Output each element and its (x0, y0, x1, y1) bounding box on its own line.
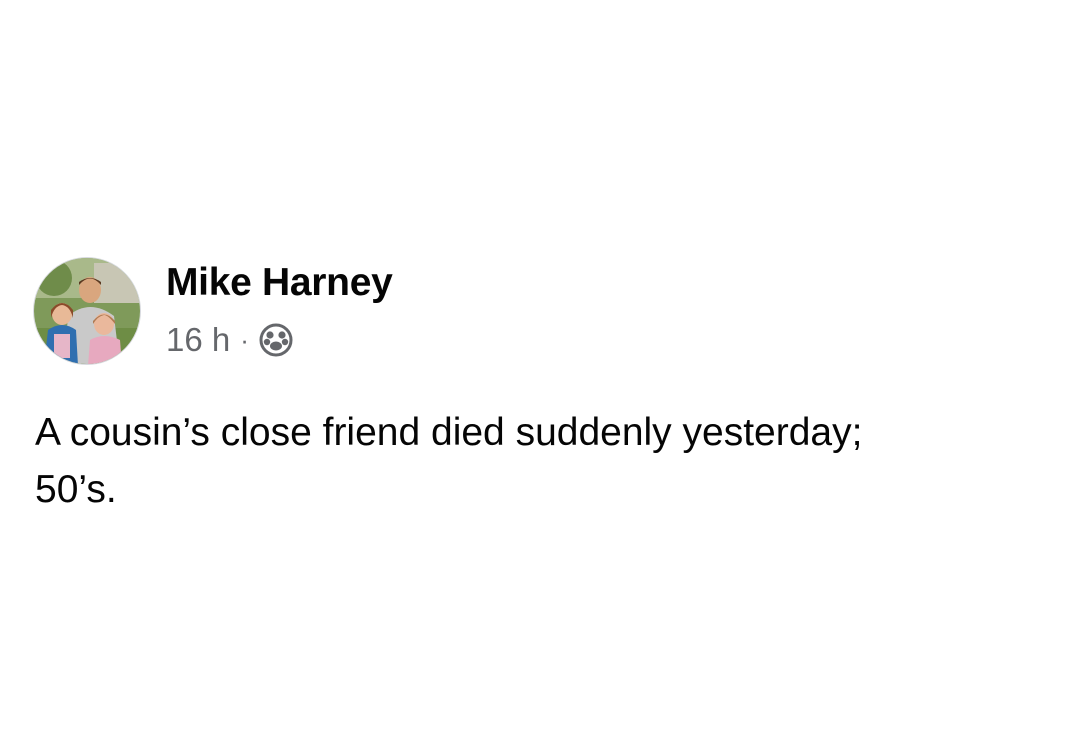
profile-photo-image (34, 258, 140, 364)
author-avatar[interactable] (33, 257, 141, 365)
post-meta: 16 h · (166, 318, 293, 362)
post-timestamp[interactable]: 16 h (166, 318, 230, 362)
meta-separator: · (240, 325, 249, 355)
post-text: A cousin’s close friend died suddenly ye… (35, 411, 863, 511)
friends-audience-icon[interactable] (259, 323, 293, 357)
post-card: Mike Harney 16 h · A cousin’s close frie… (0, 0, 1078, 729)
author-name[interactable]: Mike Harney (166, 259, 393, 307)
